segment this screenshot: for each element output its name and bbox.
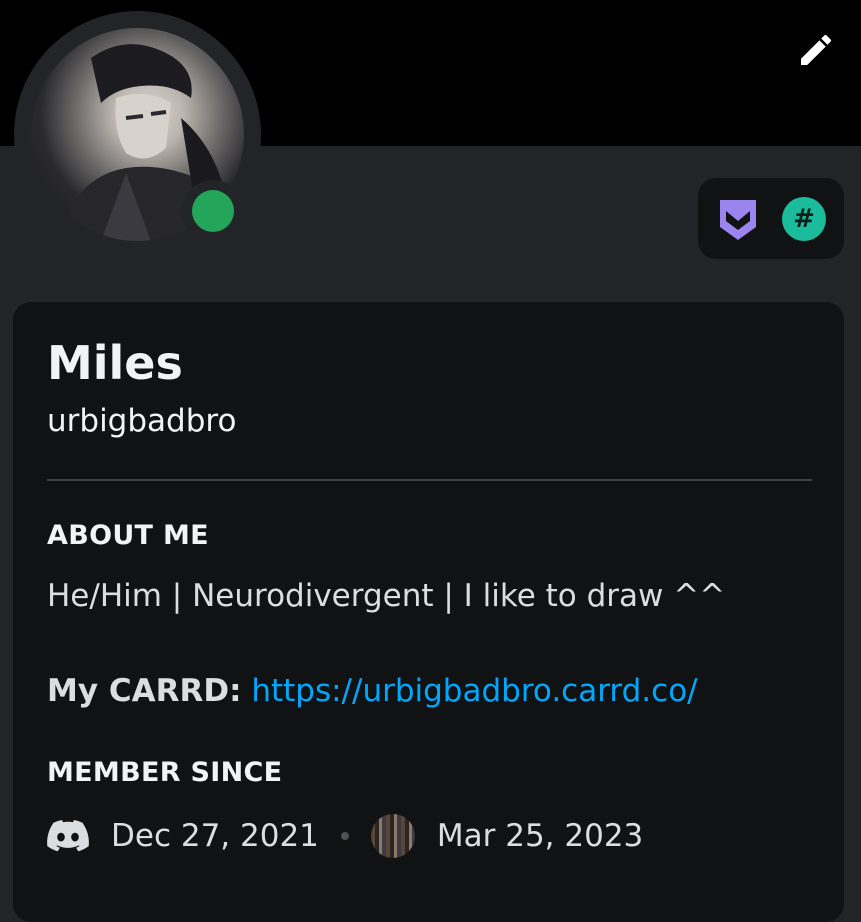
pencil-icon (801, 34, 832, 65)
member-since-row: Dec 27, 2021 Mar 25, 2023 (47, 812, 643, 860)
edit-profile-button[interactable] (790, 24, 842, 76)
badge-list: # (698, 178, 844, 259)
carrd-link[interactable]: https://urbigbadbro.carrd.co/ (251, 673, 697, 709)
hashtag-badge[interactable]: # (782, 196, 826, 241)
server-icon[interactable] (370, 814, 415, 858)
member-since-title: MEMBER SINCE (47, 757, 283, 788)
discord-member-date: Dec 27, 2021 (111, 818, 319, 854)
carrd-label: My CARRD: (47, 673, 242, 709)
about-me-text: He/Him | Neurodivergent | I like to draw… (47, 578, 726, 614)
server-member-date: Mar 25, 2023 (436, 818, 644, 854)
hashtag-icon: # (782, 196, 826, 241)
display-name: Miles (47, 336, 183, 390)
discord-logo-icon (47, 820, 89, 852)
hypesquad-balance-icon (720, 199, 756, 240)
separator-dot (340, 832, 349, 840)
username: urbigbadbro (47, 403, 237, 439)
hypesquad-balance-badge[interactable] (716, 197, 760, 241)
about-me-title: ABOUT ME (47, 520, 209, 551)
divider (47, 479, 812, 481)
carrd-line: My CARRD: https://urbigbadbro.carrd.co/ (47, 673, 698, 709)
status-online-indicator (192, 190, 234, 232)
